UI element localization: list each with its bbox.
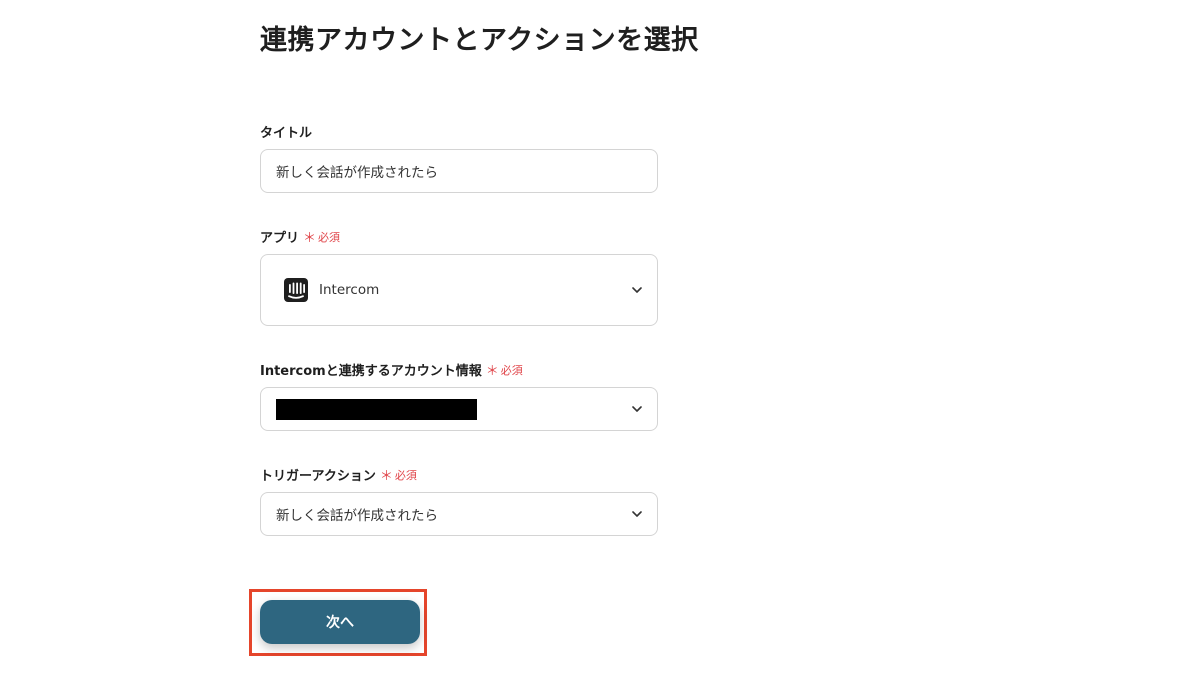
account-field-label-text: Intercomと連携するアカウント情報 xyxy=(260,364,482,379)
required-text: 必須 xyxy=(500,363,523,377)
title-input[interactable]: 新しく会話が作成されたら xyxy=(260,149,658,193)
trigger-field-label-text: トリガーアクション xyxy=(260,469,376,484)
chevron-down-icon xyxy=(632,511,642,517)
required-text: 必須 xyxy=(394,468,417,482)
required-badge: ＊ 必須 xyxy=(379,465,417,485)
required-text: 必須 xyxy=(318,230,341,244)
trigger-action-value: 新しく会話が作成されたら xyxy=(276,508,438,524)
app-select[interactable]: Intercom xyxy=(260,254,658,326)
app-field-label-text: アプリ xyxy=(260,231,300,246)
app-select-value: Intercom xyxy=(319,282,380,298)
required-badge: ＊ 必須 xyxy=(485,360,523,380)
required-star-icon: ＊ xyxy=(303,231,317,246)
intercom-logo-icon xyxy=(284,278,308,302)
title-field-label: タイトル xyxy=(260,122,312,141)
account-field-label: Intercomと連携するアカウント情報 ＊ 必須 xyxy=(260,360,523,380)
account-select[interactable] xyxy=(260,387,658,431)
trigger-field-label: トリガーアクション ＊ 必須 xyxy=(260,465,417,485)
redacted-account-value xyxy=(276,398,477,420)
required-badge: ＊ 必須 xyxy=(303,227,341,247)
required-star-icon: ＊ xyxy=(485,364,499,379)
required-star-icon: ＊ xyxy=(379,469,393,484)
title-field-label-text: タイトル xyxy=(260,126,313,141)
chevron-down-icon xyxy=(632,406,642,412)
app-field-label: アプリ ＊ 必須 xyxy=(260,227,341,247)
chevron-down-icon xyxy=(632,287,642,293)
page-title: 連携アカウントとアクションを選択 xyxy=(260,25,699,56)
title-input-value: 新しく会話が作成されたら xyxy=(276,165,438,181)
next-button[interactable]: 次へ xyxy=(260,600,420,644)
trigger-action-select[interactable]: 新しく会話が作成されたら xyxy=(260,492,658,536)
